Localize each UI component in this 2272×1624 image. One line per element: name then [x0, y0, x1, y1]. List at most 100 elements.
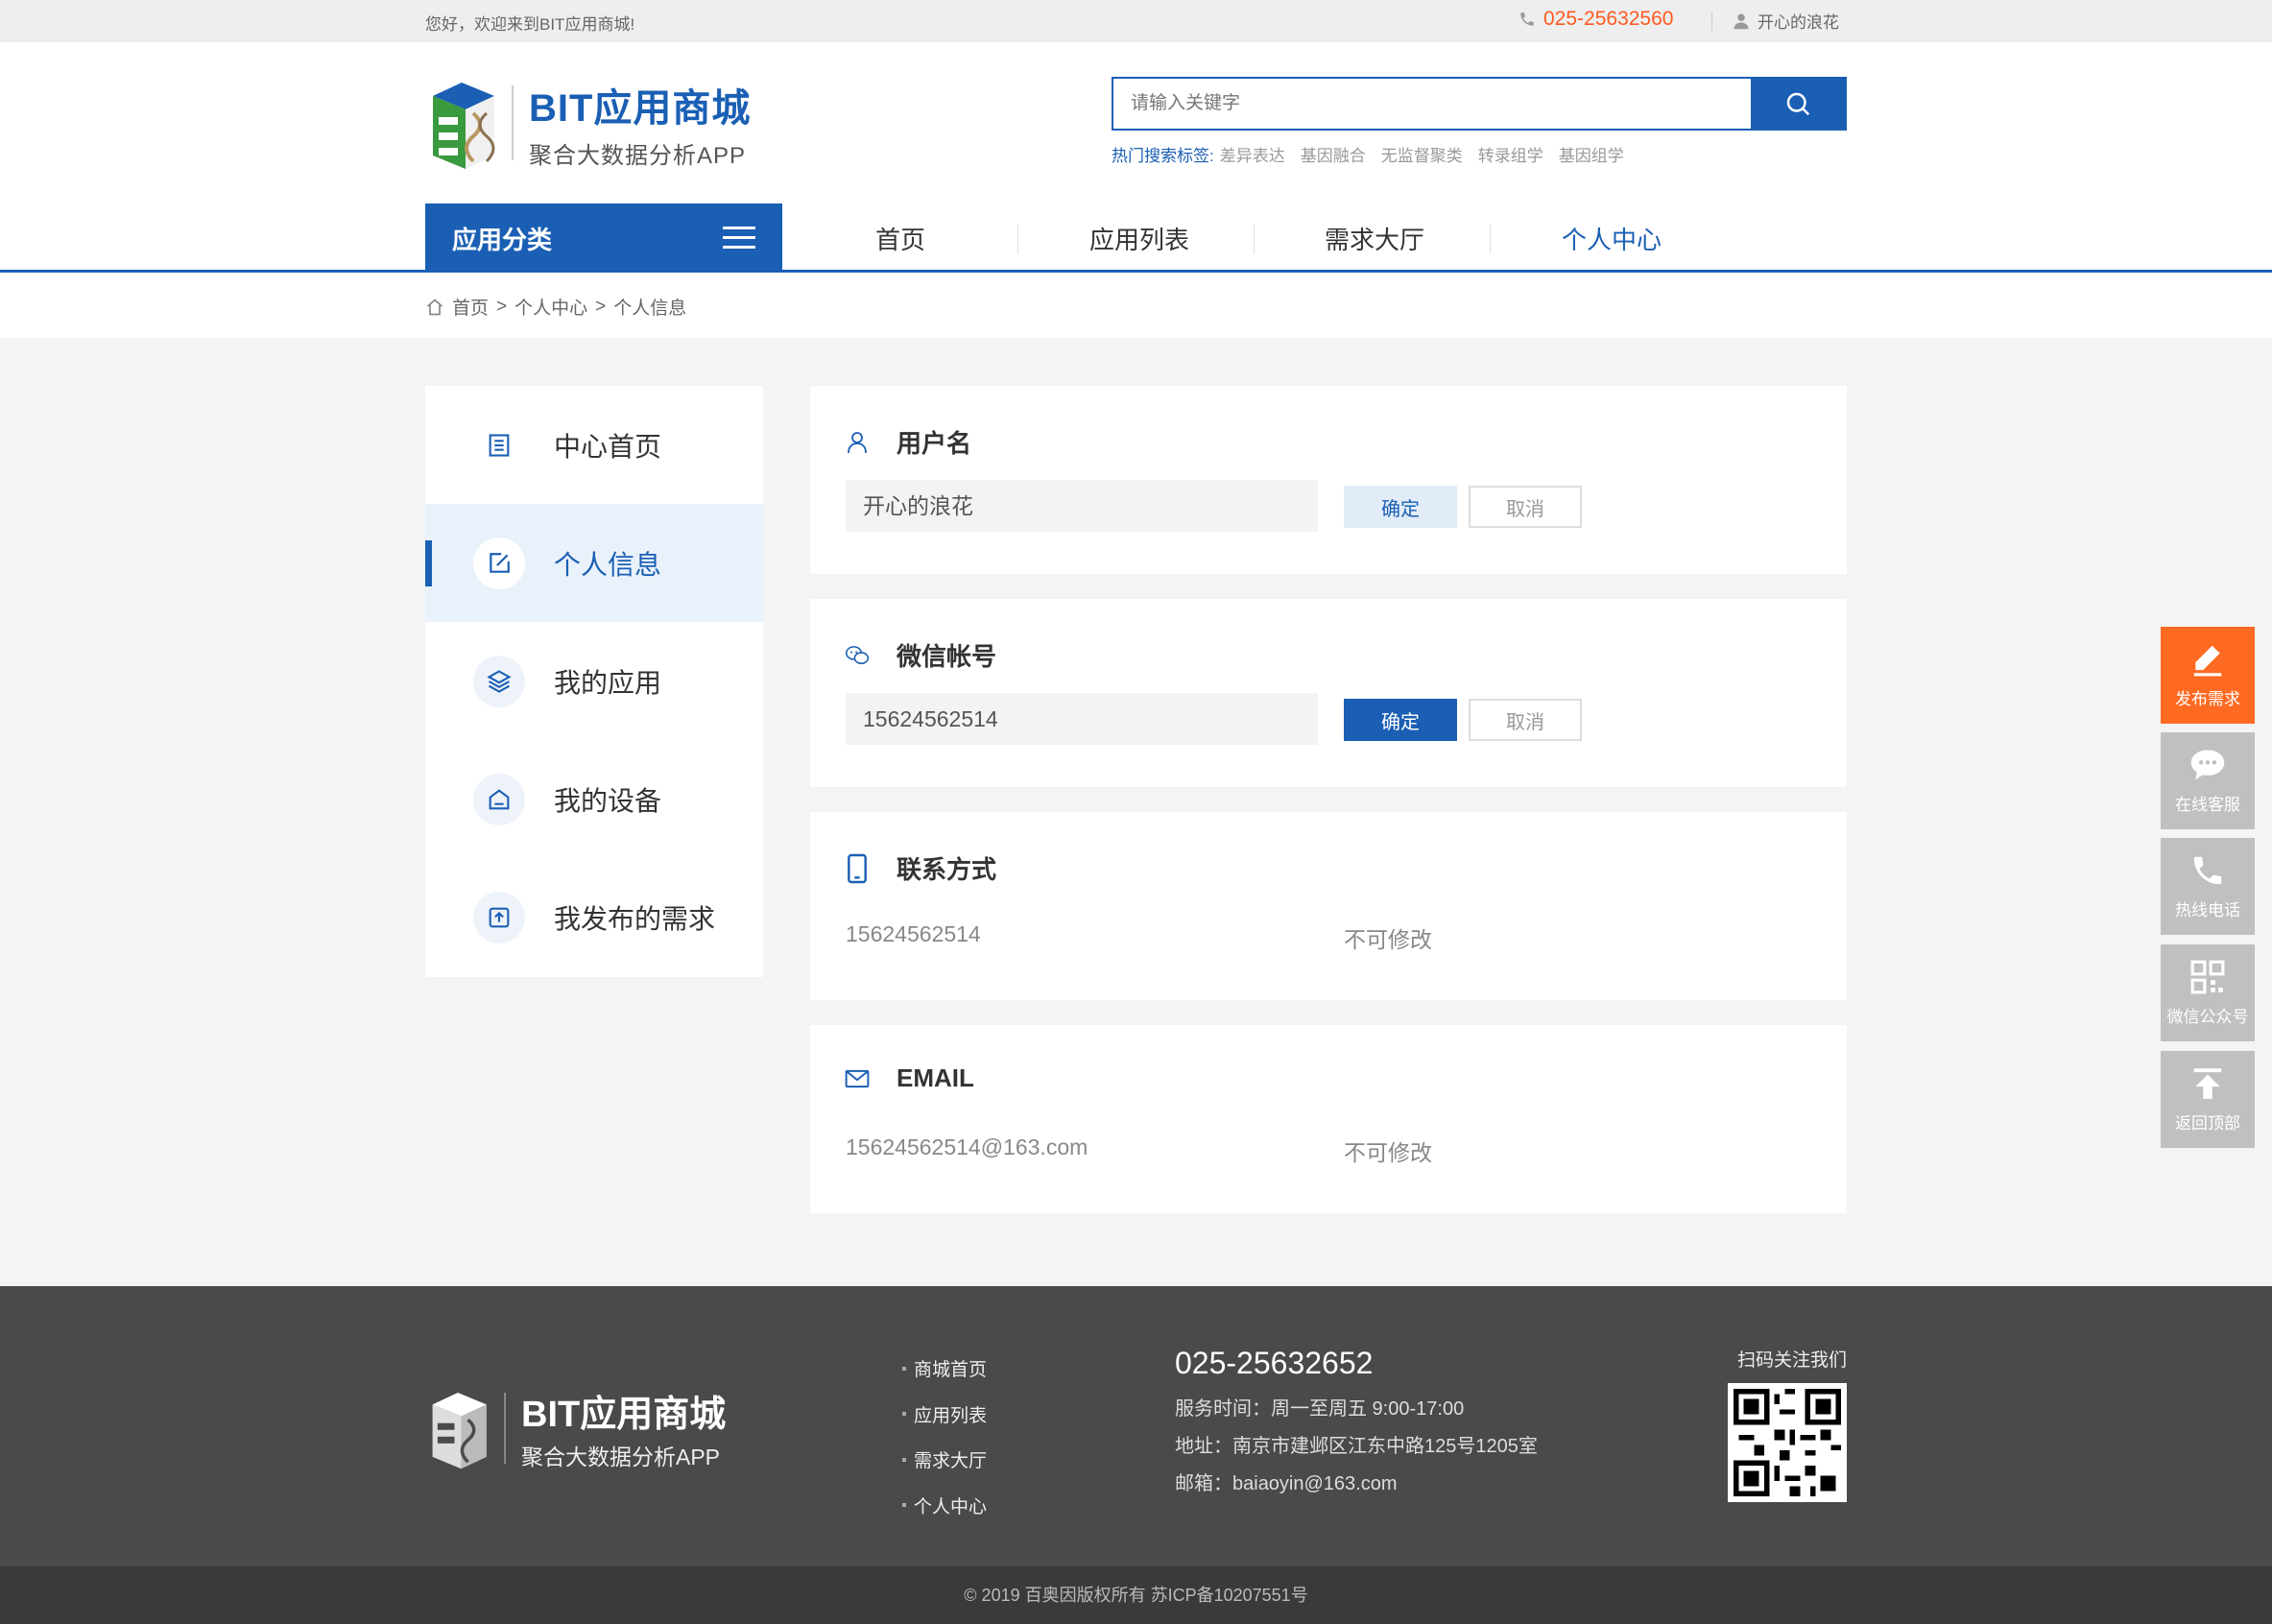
category-label: 应用分类 [452, 225, 553, 254]
footer-link[interactable]: 个人中心 [902, 1483, 987, 1529]
sidebar: 中心首页 个人信息 我的应用 我的设备 我发布的需求 [425, 386, 763, 977]
sidebar-item-label: 中心首页 [554, 431, 662, 462]
site-logo[interactable]: BIT应用商城 聚合大数据分析APP [425, 75, 751, 171]
nav-underline [0, 270, 2272, 273]
layers-icon [473, 655, 525, 707]
hot-tag[interactable]: 基因组学 [1559, 142, 1624, 166]
back-to-top-button[interactable]: 返回顶部 [2161, 1051, 2255, 1148]
post-demand-button[interactable]: 发布需求 [2161, 627, 2255, 724]
nav-demand-hall[interactable]: 需求大厅 [1325, 221, 1424, 256]
home-icon [473, 773, 525, 825]
chat-icon [2190, 750, 2225, 780]
sidebar-item-label: 个人信息 [554, 549, 662, 580]
float-label: 在线客服 [2175, 796, 2240, 814]
qr-label: 扫码关注我们 [1736, 1350, 1847, 1371]
nav-personal-center[interactable]: 个人中心 [1562, 221, 1662, 256]
username-field[interactable] [846, 480, 1318, 532]
mail-icon [845, 1065, 870, 1092]
wechat-account-button[interactable]: 微信公众号 [2161, 944, 2255, 1041]
divider [1711, 12, 1712, 31]
wechat-field[interactable] [846, 693, 1318, 745]
not-editable-note: 不可修改 [1344, 927, 1432, 952]
breadcrumb-item[interactable]: 个人中心 [514, 294, 587, 320]
search-icon [1786, 92, 1810, 116]
footer-logo-subtitle: 聚合大数据分析APP [521, 1445, 721, 1469]
logo-divider [504, 1392, 506, 1464]
online-service-button[interactable]: 在线客服 [2161, 732, 2255, 829]
cancel-button[interactable]: 取消 [1469, 699, 1582, 741]
footer-address: 地址：南京市建邺区江东中路125号1205室 [1175, 1436, 1538, 1457]
sidebar-item-label: 我发布的需求 [554, 903, 716, 934]
breadcrumb-separator: > [496, 296, 508, 317]
category-menu-button[interactable]: 应用分类 [425, 203, 782, 273]
hot-tag[interactable]: 无监督聚类 [1381, 142, 1463, 166]
user-icon [845, 429, 870, 456]
card-header: 联系方式 [845, 850, 996, 886]
hot-tag[interactable]: 差异表达 [1220, 142, 1285, 166]
welcome-text: 您好，欢迎来到BIT应用商城! [425, 15, 635, 34]
copyright: © 2019 百奥因版权所有 苏ICP备10207551号 [0, 1566, 2272, 1624]
footer-logo: BIT应用商城 聚合大数据分析APP [425, 1384, 726, 1471]
footer-contact: 025-25632652 服务时间：周一至周五 9:00-17:00 地址：南京… [1175, 1346, 1538, 1505]
user-menu[interactable]: 开心的浪花 [1733, 9, 1839, 33]
nav-divider [1017, 225, 1018, 253]
breadcrumb-item[interactable]: 首页 [452, 294, 489, 320]
sidebar-item-my-apps[interactable]: 我的应用 [425, 622, 763, 740]
sidebar-item-my-demands[interactable]: 我发布的需求 [425, 858, 763, 976]
footer-hours: 服务时间：周一至周五 9:00-17:00 [1175, 1398, 1465, 1420]
footer-link[interactable]: 应用列表 [902, 1392, 987, 1438]
sidebar-item-center-home[interactable]: 中心首页 [425, 386, 763, 504]
footer-link[interactable]: 需求大厅 [902, 1437, 987, 1483]
float-label: 发布需求 [2175, 690, 2240, 708]
edit-icon [473, 537, 525, 589]
footer-qr: 扫码关注我们 [1728, 1346, 1847, 1502]
hotline-number: 025-25632560 [1543, 8, 1674, 30]
hot-tag[interactable]: 转录组学 [1478, 142, 1543, 166]
nav-home[interactable]: 首页 [875, 221, 925, 256]
card-header: EMAIL [845, 1063, 974, 1093]
hot-tags-label: 热门搜索标签: [1112, 147, 1214, 165]
float-label: 返回顶部 [2175, 1114, 2240, 1133]
sidebar-item-my-devices[interactable]: 我的设备 [425, 740, 763, 858]
user-icon [1734, 13, 1749, 29]
hotline-button[interactable]: 热线电话 [2161, 838, 2255, 935]
upload-icon [473, 891, 525, 943]
logo-divider [512, 85, 514, 160]
card-title: 用户名 [897, 429, 972, 458]
cancel-button[interactable]: 取消 [1469, 486, 1582, 528]
wechat-icon [845, 642, 870, 669]
footer-mail: 邮箱：baiaoyin@163.com [1175, 1473, 1398, 1494]
confirm-button[interactable]: 确定 [1344, 699, 1457, 741]
pen-icon [2193, 645, 2222, 677]
footer-links: 商城首页 应用列表 需求大厅 个人中心 [902, 1346, 987, 1528]
hot-tags: 热门搜索标签: 差异表达 基因融合 无监督聚类 转录组学 基因组学 [1112, 142, 1624, 166]
footer [0, 1286, 2272, 1566]
card-header: 微信帐号 [845, 637, 996, 673]
nav-divider [1490, 225, 1491, 253]
menu-icon [723, 227, 755, 249]
search-button[interactable] [1751, 79, 1845, 129]
home-icon [426, 298, 443, 315]
footer-tel: 025-25632652 [1175, 1346, 1374, 1380]
card-title: 微信帐号 [897, 642, 997, 671]
username-card: 用户名 确定 取消 [810, 386, 1847, 574]
footer-link[interactable]: 商城首页 [902, 1346, 987, 1392]
username-label: 开心的浪花 [1758, 13, 1839, 32]
logo-subtitle: 聚合大数据分析APP [529, 142, 747, 169]
confirm-button[interactable]: 确定 [1344, 486, 1457, 528]
hot-tag[interactable]: 基因融合 [1301, 142, 1366, 166]
float-label: 热线电话 [2175, 901, 2240, 919]
contact-value: 15624562514 [846, 921, 981, 946]
nav-app-list[interactable]: 应用列表 [1089, 221, 1189, 256]
phone-icon [2193, 856, 2222, 885]
card-title: EMAIL [897, 1063, 974, 1092]
sidebar-item-personal-info[interactable]: 个人信息 [425, 504, 763, 622]
sidebar-item-label: 我的应用 [554, 667, 662, 698]
breadcrumb-separator: > [595, 296, 607, 317]
contact-card: 联系方式 15624562514 不可修改 [810, 812, 1847, 1000]
card-title: 联系方式 [897, 855, 997, 884]
hotline: 025-25632560 [1519, 8, 1673, 31]
breadcrumb-item: 个人信息 [613, 299, 687, 319]
logo-mark-icon [425, 75, 498, 171]
search-input[interactable] [1113, 79, 1751, 129]
